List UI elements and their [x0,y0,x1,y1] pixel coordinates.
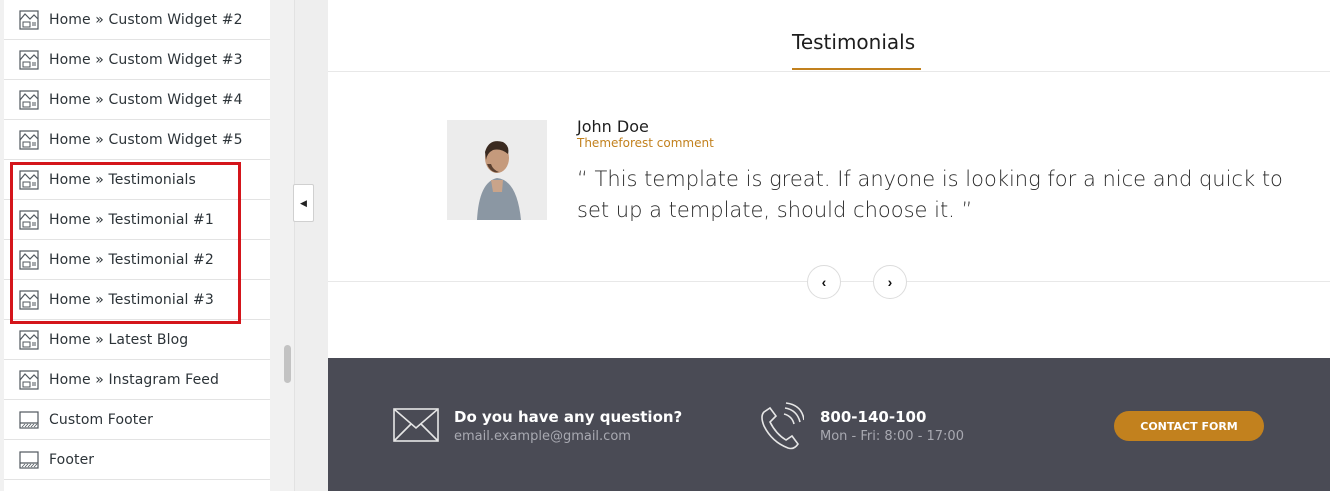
author-name: John Doe [577,117,649,136]
section-item-label: Home » Custom Widget #4 [49,91,243,108]
footer-bar: Do you have any question? email.example@… [328,358,1330,491]
section-item-custom-widget-5[interactable]: Home » Custom Widget #5 [4,120,270,160]
panel-divider [294,0,329,491]
section-item-label: Custom Footer [49,411,153,428]
section-item-testimonial-1[interactable]: Home » Testimonial #1 [4,200,270,240]
site-preview: Testimonials John Doe Themeforest commen… [328,0,1330,491]
heading-underline [792,68,921,70]
section-item-latest-blog[interactable]: Home » Latest Blog [4,320,270,360]
layout-section-icon [19,169,39,190]
envelope-icon [393,408,439,442]
section-item-footer[interactable]: Footer [4,440,270,480]
section-item-testimonial-2[interactable]: Home » Testimonial #2 [4,240,270,280]
phone-icon [761,402,804,450]
layout-section-icon [19,329,39,350]
contact-form-button[interactable]: CONTACT FORM [1114,411,1264,441]
contact-hours: Mon - Fri: 8:00 - 17:00 [820,429,964,444]
section-item-custom-footer[interactable]: Custom Footer [4,400,270,440]
section-item-label: Home » Instagram Feed [49,371,219,388]
divider-top [328,71,1330,72]
section-item-label: Home » Testimonial #1 [49,211,214,228]
testimonial-quote: “ This template is great. If anyone is l… [577,167,1283,222]
section-item-label: Home » Testimonials [49,171,196,188]
layout-section-icon [19,289,39,310]
next-testimonial-button[interactable]: › [873,265,907,299]
section-item-instagram-feed[interactable]: Home » Instagram Feed [4,360,270,400]
layout-section-icon [19,9,39,30]
contact-email: email.example@gmail.com [454,429,631,444]
section-item-testimonials[interactable]: Home » Testimonials [4,160,270,200]
contact-question: Do you have any question? [454,408,683,426]
person-photo-icon [447,120,547,220]
section-item-custom-widget-3[interactable]: Home » Custom Widget #3 [4,40,270,80]
layout-section-icon [19,369,39,390]
chevron-right-icon: › [887,274,893,290]
section-item-custom-widget-4[interactable]: Home » Custom Widget #4 [4,80,270,120]
section-item-label: Home » Custom Widget #2 [49,11,243,28]
caret-left-icon: ◀ [300,197,307,208]
contact-phone: 800-140-100 [820,408,927,426]
section-item-label: Home » Custom Widget #5 [49,131,243,148]
section-item-label: Home » Testimonial #2 [49,251,214,268]
section-item-testimonial-3[interactable]: Home » Testimonial #3 [4,280,270,320]
layout-section-icon [19,249,39,270]
section-list: Home » Custom Widget #2 Home » Custom Wi… [4,0,270,491]
prev-testimonial-button[interactable]: ‹ [807,265,841,299]
author-avatar [447,120,547,220]
footer-layout-icon [19,410,39,429]
layout-section-icon [19,209,39,230]
section-item-label: Home » Testimonial #3 [49,291,214,308]
chevron-left-icon: ‹ [821,274,827,290]
section-item-label: Footer [49,451,95,468]
testimonials-heading: Testimonials [792,30,916,54]
author-role: Themeforest comment [577,136,714,150]
footer-layout-icon [19,450,39,469]
layout-section-icon [19,49,39,70]
layout-section-icon [19,129,39,150]
section-item-custom-widget-2[interactable]: Home » Custom Widget #2 [4,0,270,40]
scrollbar-thumb[interactable] [284,345,291,383]
scrollbar[interactable] [280,0,294,491]
layout-section-icon [19,89,39,110]
section-item-label: Home » Latest Blog [49,331,189,348]
section-item-label: Home » Custom Widget #3 [49,51,243,68]
customizer-panel: Home » Custom Widget #2 Home » Custom Wi… [0,0,294,491]
collapse-sidebar-button[interactable]: ◀ [293,184,314,222]
